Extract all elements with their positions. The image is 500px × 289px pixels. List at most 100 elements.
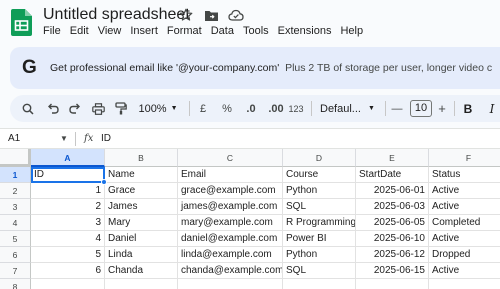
sheets-logo-icon[interactable] xyxy=(11,9,32,36)
cell-c2[interactable]: grace@example.com xyxy=(178,183,283,199)
name-box[interactable]: A1 xyxy=(8,133,20,145)
cell-c1[interactable]: Email xyxy=(178,167,283,183)
row-header-3[interactable]: 3 xyxy=(0,199,31,215)
decrease-decimal-button[interactable]: .0 xyxy=(242,95,260,122)
increase-decimal-button[interactable]: .00 xyxy=(265,95,287,122)
cell-f5[interactable]: Active xyxy=(429,231,500,247)
document-title[interactable]: Untitled spreadsheet xyxy=(43,5,190,25)
select-all-corner[interactable] xyxy=(0,149,31,167)
cell-d5[interactable]: Power BI xyxy=(283,231,356,247)
fill-handle[interactable] xyxy=(101,179,107,185)
menu-view[interactable]: View xyxy=(98,24,122,38)
increase-font-size-button[interactable]: + xyxy=(436,95,448,122)
cell-b3[interactable]: James xyxy=(105,199,178,215)
cell-a7[interactable]: 6 xyxy=(31,263,105,279)
menu-format[interactable]: Format xyxy=(167,24,202,38)
percent-format-button[interactable]: % xyxy=(220,95,234,122)
column-header-a[interactable]: A xyxy=(31,149,105,167)
zoom-select[interactable]: 100% ▼ xyxy=(135,95,181,122)
cell-d2[interactable]: Python xyxy=(283,183,356,199)
cell-e5[interactable]: 2025-06-10 xyxy=(356,231,429,247)
star-icon[interactable] xyxy=(178,8,194,22)
chevron-down-icon[interactable]: ▼ xyxy=(60,133,68,145)
bold-button[interactable]: B xyxy=(462,95,474,122)
menu-edit[interactable]: Edit xyxy=(70,24,89,38)
cell-c6[interactable]: linda@example.com xyxy=(178,247,283,263)
cell-e1[interactable]: StartDate xyxy=(356,167,429,183)
cell-c5[interactable]: daniel@example.com xyxy=(178,231,283,247)
menu-help[interactable]: Help xyxy=(340,24,363,38)
cell-a3[interactable]: 2 xyxy=(31,199,105,215)
column-header-f[interactable]: F xyxy=(429,149,500,167)
row-header-8[interactable]: 8 xyxy=(0,279,31,289)
cell-d4[interactable]: R Programming xyxy=(283,215,356,231)
toolbar-divider xyxy=(454,101,455,116)
menu-tools[interactable]: Tools xyxy=(243,24,269,38)
formula-input[interactable]: ID xyxy=(101,133,111,145)
cell-a2[interactable]: 1 xyxy=(31,183,105,199)
cell-b4[interactable]: Mary xyxy=(105,215,178,231)
cell-d8[interactable] xyxy=(283,279,356,289)
currency-format-button[interactable]: £ xyxy=(196,95,210,122)
cell-b6[interactable]: Linda xyxy=(105,247,178,263)
row-header-6[interactable]: 6 xyxy=(0,247,31,263)
move-folder-icon[interactable] xyxy=(203,8,219,22)
cell-e6[interactable]: 2025-06-12 xyxy=(356,247,429,263)
cell-a6[interactable]: 5 xyxy=(31,247,105,263)
cell-c3[interactable]: james@example.com xyxy=(178,199,283,215)
cell-f8[interactable] xyxy=(429,279,500,289)
cell-a4[interactable]: 3 xyxy=(31,215,105,231)
menu-extensions[interactable]: Extensions xyxy=(278,24,332,38)
cell-a5[interactable]: 4 xyxy=(31,231,105,247)
row-header-4[interactable]: 4 xyxy=(0,215,31,231)
cell-b2[interactable]: Grace xyxy=(105,183,178,199)
print-icon[interactable] xyxy=(90,95,106,122)
cell-d6[interactable]: Python xyxy=(283,247,356,263)
font-size-input[interactable]: 10 xyxy=(410,100,432,117)
column-header-d[interactable]: D xyxy=(283,149,356,167)
redo-icon[interactable] xyxy=(67,95,83,122)
cell-e2[interactable]: 2025-06-01 xyxy=(356,183,429,199)
cell-b8[interactable] xyxy=(105,279,178,289)
cell-c7[interactable]: chanda@example.com xyxy=(178,263,283,279)
cell-b7[interactable]: Chanda xyxy=(105,263,178,279)
column-header-c[interactable]: C xyxy=(178,149,283,167)
cell-d1[interactable]: Course xyxy=(283,167,356,183)
decrease-font-size-button[interactable]: — xyxy=(391,95,403,122)
cell-d3[interactable]: SQL xyxy=(283,199,356,215)
cell-e3[interactable]: 2025-06-03 xyxy=(356,199,429,215)
number-format-button[interactable]: 123 xyxy=(288,95,304,122)
row-header-5[interactable]: 5 xyxy=(0,231,31,247)
cell-f3[interactable]: Active xyxy=(429,199,500,215)
cloud-status-icon[interactable] xyxy=(228,8,244,22)
undo-icon[interactable] xyxy=(45,95,61,122)
row-header-7[interactable]: 7 xyxy=(0,263,31,279)
cell-f7[interactable]: Active xyxy=(429,263,500,279)
row-header-1[interactable]: 1 xyxy=(0,167,31,183)
font-family-select[interactable]: Defaul... ▼ xyxy=(320,95,378,122)
cell-f4[interactable]: Completed xyxy=(429,215,500,231)
cell-a8[interactable] xyxy=(31,279,105,289)
cell-e8[interactable] xyxy=(356,279,429,289)
cell-b1[interactable]: Name xyxy=(105,167,178,183)
italic-button[interactable]: I xyxy=(486,95,498,122)
cell-f1[interactable]: Status xyxy=(429,167,500,183)
cell-c8[interactable] xyxy=(178,279,283,289)
menu-insert[interactable]: Insert xyxy=(130,24,158,38)
menu-data[interactable]: Data xyxy=(211,24,234,38)
menu-file[interactable]: File xyxy=(43,24,61,38)
cell-e4[interactable]: 2025-06-05 xyxy=(356,215,429,231)
promo-banner[interactable]: G Get professional email like '@your-com… xyxy=(10,47,500,89)
paint-format-icon[interactable] xyxy=(113,95,129,122)
search-menus-icon[interactable] xyxy=(20,95,36,122)
row-header-2[interactable]: 2 xyxy=(0,183,31,199)
cell-a1[interactable]: ID xyxy=(31,167,105,183)
cell-d7[interactable]: SQL xyxy=(283,263,356,279)
column-header-b[interactable]: B xyxy=(105,149,178,167)
cell-f6[interactable]: Dropped xyxy=(429,247,500,263)
cell-f2[interactable]: Active xyxy=(429,183,500,199)
cell-b5[interactable]: Daniel xyxy=(105,231,178,247)
cell-e7[interactable]: 2025-06-15 xyxy=(356,263,429,279)
column-header-e[interactable]: E xyxy=(356,149,429,167)
cell-c4[interactable]: mary@example.com xyxy=(178,215,283,231)
